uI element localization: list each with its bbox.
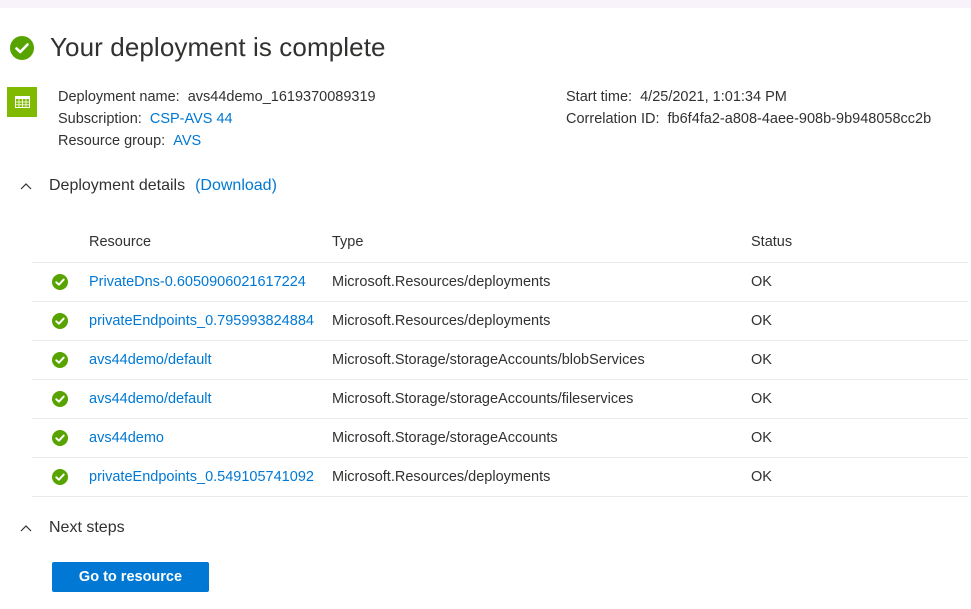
check-circle-icon (52, 430, 68, 446)
chevron-up-icon (20, 525, 32, 532)
type-cell: Microsoft.Resources/deployments (332, 457, 751, 497)
table-row: privateEndpoints_0.549105741092 Microsoft… (32, 457, 968, 497)
status-cell: OK (751, 301, 968, 341)
resource-group-label: Resource group: (58, 133, 166, 149)
resource-link[interactable]: avs44demo/default (89, 391, 212, 407)
resource-link[interactable]: avs44demo (89, 430, 164, 446)
table-header-row: Resource Type Status (32, 222, 968, 263)
deployment-details-label: Deployment details (49, 177, 186, 194)
resource-link[interactable]: privateEndpoints_0.549105741092 (89, 469, 314, 485)
status-cell: OK (751, 457, 968, 497)
check-circle-icon (10, 35, 34, 60)
download-link[interactable]: (Download) (195, 177, 277, 195)
type-cell: Microsoft.Resources/deployments (332, 301, 751, 341)
correlation-id-label: Correlation ID: (566, 111, 660, 127)
row-status-icon-cell (32, 262, 89, 302)
status-cell: OK (751, 418, 968, 458)
start-time-row: Start time: 4/25/2021, 1:01:34 PM (566, 86, 931, 108)
go-to-resource-button[interactable]: Go to resource (52, 562, 209, 592)
resource-cell: privateEndpoints_0.795993824884 (89, 301, 332, 341)
resource-cell: avs44demo/default (89, 340, 332, 380)
subscription-link[interactable]: CSP-AVS 44 (150, 111, 233, 127)
resource-cell: PrivateDns-0.6050906021617224 (89, 262, 332, 302)
table-row: avs44demo Microsoft.Storage/storageAccoun… (32, 418, 968, 458)
type-cell: Microsoft.Storage/storageAccounts/filese… (332, 379, 751, 419)
resource-cell: avs44demo/default (89, 379, 332, 419)
header-icon-cell (32, 222, 89, 263)
status-cell: OK (751, 262, 968, 302)
correlation-id-row: Correlation ID: fb6f4fa2-a808-4aee-908b-… (566, 108, 931, 130)
resource-cell: avs44demo (89, 418, 332, 458)
page-header: Your deployment is complete (10, 32, 386, 63)
page-title: Your deployment is complete (50, 32, 386, 62)
chevron-up-icon (20, 183, 32, 190)
deployment-grid-icon (7, 87, 37, 117)
check-circle-icon (52, 391, 68, 407)
type-cell: Microsoft.Storage/storageAccounts/blobSe… (332, 340, 751, 380)
deployment-summary-right: Start time: 4/25/2021, 1:01:34 PM Correl… (566, 86, 931, 130)
column-header-status[interactable]: Status (751, 222, 968, 263)
type-cell: Microsoft.Storage/storageAccounts (332, 418, 751, 458)
resource-group-row: Resource group: AVS (58, 130, 376, 152)
column-header-type[interactable]: Type (332, 222, 751, 263)
resource-group-link[interactable]: AVS (173, 133, 201, 149)
check-circle-icon (52, 469, 68, 485)
resource-link[interactable]: privateEndpoints_0.795993824884 (89, 313, 314, 329)
row-status-icon-cell (32, 301, 89, 341)
type-cell: Microsoft.Resources/deployments (332, 262, 751, 302)
row-status-icon-cell (32, 379, 89, 419)
top-band (0, 0, 971, 8)
deployment-resources-table: Resource Type Status PrivateDns-0.605090… (32, 222, 968, 497)
row-status-icon-cell (32, 457, 89, 497)
next-steps-toggle[interactable]: Next steps (20, 519, 125, 537)
deployment-details-toggle[interactable]: Deployment details (Download) (20, 177, 277, 195)
check-circle-icon (52, 352, 68, 368)
deployment-summary-left: Deployment name: avs44demo_1619370089319… (58, 86, 376, 152)
column-header-resource[interactable]: Resource (89, 222, 332, 263)
next-steps-label: Next steps (49, 519, 125, 536)
deployment-name-label: Deployment name: (58, 89, 180, 105)
start-time-value: 4/25/2021, 1:01:34 PM (640, 89, 787, 105)
subscription-label: Subscription: (58, 111, 142, 127)
table-row: avs44demo/default Microsoft.Storage/stora… (32, 379, 968, 419)
table-row: PrivateDns-0.6050906021617224 Microsoft.R… (32, 262, 968, 302)
check-circle-icon (52, 313, 68, 329)
status-cell: OK (751, 340, 968, 380)
table-row: avs44demo/default Microsoft.Storage/stora… (32, 340, 968, 380)
status-cell: OK (751, 379, 968, 419)
deployment-name-value: avs44demo_1619370089319 (187, 89, 376, 105)
table-row: privateEndpoints_0.795993824884 Microsoft… (32, 301, 968, 341)
row-status-icon-cell (32, 340, 89, 380)
start-time-label: Start time: (566, 89, 633, 105)
resource-link[interactable]: PrivateDns-0.6050906021617224 (89, 274, 306, 290)
deployment-name-row: Deployment name: avs44demo_1619370089319 (58, 86, 376, 108)
resource-cell: privateEndpoints_0.549105741092 (89, 457, 332, 497)
check-circle-icon (52, 274, 68, 290)
correlation-id-value: fb6f4fa2-a808-4aee-908b-9b948058cc2b (667, 111, 932, 127)
row-status-icon-cell (32, 418, 89, 458)
resource-link[interactable]: avs44demo/default (89, 352, 212, 368)
subscription-row: Subscription: CSP-AVS 44 (58, 108, 376, 130)
